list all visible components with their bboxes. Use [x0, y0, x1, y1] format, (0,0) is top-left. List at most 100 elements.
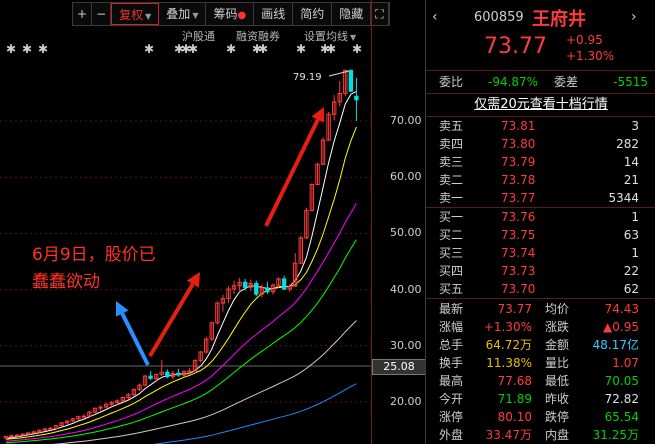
book-price[interactable]: 73.75	[501, 227, 535, 244]
chevron-down-icon: ▼	[145, 12, 152, 21]
stats-row: 换手 11.38% 量比 1.07	[426, 355, 655, 372]
stat-value: 65.54	[604, 410, 639, 424]
stats-row: 总手 64.72万 金额 48.17亿	[426, 337, 655, 354]
price-change: +0.95	[566, 33, 603, 47]
stat-value: 70.05	[604, 374, 639, 388]
y-tick-label: 70.00	[390, 114, 422, 127]
book-volume: 62	[623, 282, 639, 296]
candle-body	[354, 95, 359, 101]
chevron-down-icon: ▼	[350, 33, 357, 42]
event-marker-icon[interactable]: ✱	[144, 42, 154, 56]
forward-icon[interactable]: ›	[631, 9, 637, 25]
event-marker-icon[interactable]: ✱	[352, 42, 362, 56]
current-price-tag: 25.08	[372, 359, 425, 375]
event-marker-icon[interactable]: ✱	[296, 42, 306, 56]
fuquan-dropdown[interactable]: 复权 ▼	[111, 3, 160, 25]
divider	[426, 70, 655, 71]
book-volume: 22	[623, 264, 639, 278]
weibi-row: 委比 -94.87% 委差 -5515	[426, 74, 655, 91]
back-icon[interactable]: ‹	[432, 9, 438, 25]
ma20-line	[5, 203, 357, 442]
y-tick-label: 40.00	[390, 282, 422, 296]
zoom-out-button[interactable]: −	[92, 3, 112, 25]
diejia-label: 叠加	[166, 7, 191, 21]
book-price[interactable]: 73.74	[501, 245, 535, 262]
stock-code: 600859	[474, 10, 524, 25]
stat-label: 跌停	[545, 410, 570, 424]
stat-label: 总手	[439, 338, 464, 352]
stat-value: 33.47万	[485, 428, 532, 442]
book-price[interactable]: 73.78	[501, 172, 535, 189]
stats-row: 最高 77.68 最低 70.05	[426, 373, 655, 390]
order-book-row: 卖五 73.81 3	[426, 118, 655, 135]
book-price[interactable]: 73.81	[501, 118, 535, 135]
stat-label: 量比	[545, 356, 570, 370]
book-level-label: 买二	[439, 228, 464, 242]
chouma-label: 筹码	[213, 7, 238, 21]
book-price[interactable]: 73.79	[501, 154, 535, 171]
diejia-dropdown[interactable]: 叠加 ▼	[159, 3, 207, 25]
divider	[426, 207, 655, 208]
stat-label: 昨收	[545, 392, 570, 406]
candle-body	[243, 281, 248, 288]
jianyue-button[interactable]: 简约	[293, 3, 333, 25]
event-marker-icon[interactable]: ✱	[226, 42, 236, 56]
stats-row: 涨停 80.10 跌停 65.54	[426, 409, 655, 426]
stat-value: 72.82	[604, 392, 639, 406]
book-volume: 5344	[608, 191, 639, 205]
zoom-in-button[interactable]: +	[73, 3, 93, 25]
candle-body	[9, 435, 14, 438]
stat-label: 涨停	[439, 410, 464, 424]
chart-toolbar: + − 复权 ▼ 叠加 ▼ 筹码● 画线 简约 隐藏 ⛶	[72, 2, 390, 26]
order-book-row: 买五 73.70 62	[426, 281, 655, 298]
candle-body	[348, 69, 354, 92]
order-book-row: 卖三 73.79 14	[426, 154, 655, 171]
candle-body	[148, 375, 153, 379]
order-book-row: 卖四 73.80 282	[426, 136, 655, 153]
book-price[interactable]: 73.80	[501, 136, 535, 153]
yincang-button[interactable]: 隐藏	[332, 3, 372, 25]
weibi-label: 委比	[439, 75, 464, 89]
book-volume: 282	[616, 137, 639, 151]
stat-value: 80.10	[497, 410, 532, 424]
stat-label: 外盘	[439, 428, 464, 442]
candle-body	[187, 370, 192, 373]
divider	[426, 298, 655, 299]
book-level-label: 买三	[439, 246, 464, 260]
order-book-row: 卖一 73.77 5344	[426, 190, 655, 207]
promo-link[interactable]: 仅需20元查看十档行情	[426, 96, 655, 113]
event-marker-icon[interactable]: ✱	[188, 42, 198, 56]
stat-label: 均价	[545, 302, 570, 316]
book-volume: 1	[631, 210, 639, 224]
order-book-row: 买三 73.74 1	[426, 245, 655, 262]
book-level-label: 卖五	[439, 119, 464, 133]
stats-row: 外盘 33.47万 内盘 31.25万	[426, 427, 655, 444]
stat-label: 换手	[439, 356, 464, 370]
candle-body	[254, 282, 259, 295]
event-marker-icon[interactable]: ✱	[258, 42, 268, 56]
stat-label: 涨幅	[439, 320, 464, 334]
weicha-label: 委差	[554, 75, 579, 89]
event-marker-icon[interactable]: ✱	[6, 42, 16, 56]
candle-body	[14, 434, 20, 437]
fuquan-label: 复权	[119, 8, 144, 22]
huaxian-button[interactable]: 画线	[254, 3, 294, 25]
stat-value: 64.72万	[485, 338, 532, 352]
event-marker-icon[interactable]: ✱	[38, 42, 48, 56]
kline-chart-area[interactable]: 79.19 + − 复权 ▼ 叠加 ▼ 筹码● 画线 简约 隐藏 ⛶ 沪股通 融资融…	[0, 0, 425, 444]
event-marker-icon[interactable]: ✱	[326, 42, 336, 56]
book-level-label: 卖一	[439, 191, 464, 205]
stat-label: 今开	[439, 392, 464, 406]
book-price[interactable]: 73.76	[501, 209, 535, 226]
stat-value: 48.17亿	[592, 338, 639, 352]
book-price[interactable]: 73.77	[501, 190, 535, 207]
arrow-blue	[120, 312, 150, 366]
event-marker-icon[interactable]: ✱	[22, 42, 32, 56]
book-price[interactable]: 73.70	[501, 281, 535, 298]
kline-svg[interactable]: 79.19	[0, 0, 425, 444]
stat-label: 最低	[545, 374, 570, 388]
chouma-button[interactable]: 筹码●	[206, 3, 255, 25]
book-price[interactable]: 73.73	[501, 263, 535, 280]
stat-label: 涨跌	[545, 320, 570, 334]
price-change-pct: +1.30%	[566, 49, 615, 63]
